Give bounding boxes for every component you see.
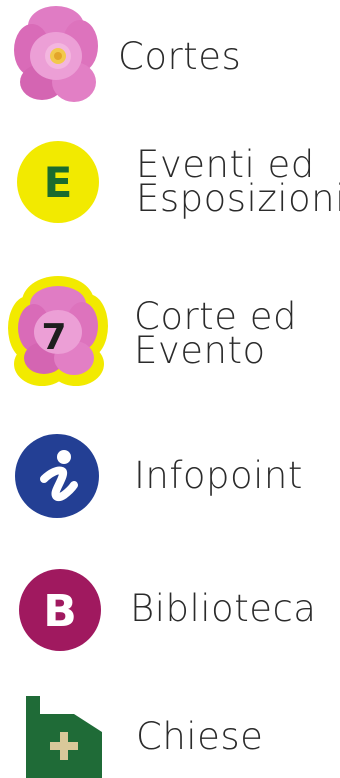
legend-item-cortes: Cortes <box>0 0 340 110</box>
legend-item-corte-evento: 7 Corte ed Evento <box>0 270 340 390</box>
church-icon <box>26 696 102 778</box>
legend-item-eventi: E Eventi ed Esposizioni <box>0 130 340 240</box>
info-icon <box>15 434 99 518</box>
legend-item-infopoint: Infopoint <box>0 425 340 535</box>
legend-item-chiese: Chiese <box>0 690 340 778</box>
event-badge-letter: E <box>44 158 73 207</box>
legend-item-biblioteca: B Biblioteca <box>0 560 340 670</box>
flower-event-number-icon: 7 <box>8 276 108 386</box>
legend-label-biblioteca: Biblioteca <box>130 587 317 630</box>
legend-label-infopoint: Infopoint <box>134 454 303 497</box>
legend-label-chiese: Chiese <box>136 715 264 758</box>
flower-event-number: 7 <box>41 317 66 358</box>
pink-flower-icon <box>14 6 98 102</box>
legend-label-eventi: Eventi ed Esposizioni <box>136 143 340 220</box>
library-badge-letter: B <box>43 586 77 637</box>
legend-label-cortes: Cortes <box>118 35 242 78</box>
legend-label-corte-evento: Corte ed Evento <box>134 295 297 372</box>
event-badge-icon: E <box>17 141 99 223</box>
library-badge-icon: B <box>19 569 101 651</box>
